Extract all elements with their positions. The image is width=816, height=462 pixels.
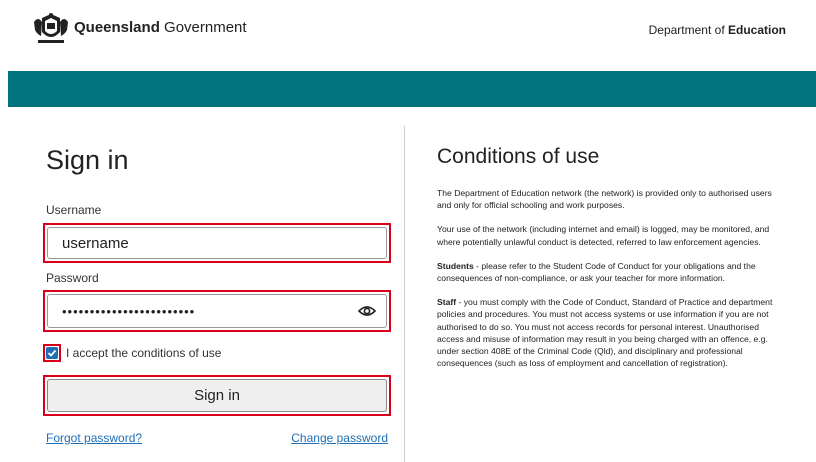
password-label: Password — [46, 271, 99, 285]
username-highlight: username — [43, 223, 391, 263]
accept-checkbox[interactable] — [46, 347, 58, 359]
accept-checkbox-highlight — [43, 344, 61, 362]
conditions-heading: Conditions of use — [437, 145, 600, 168]
conditions-body: The Department of Education network (the… — [437, 187, 787, 381]
signin-button[interactable]: Sign in — [47, 379, 387, 412]
conditions-paragraph: The Department of Education network (the… — [437, 188, 772, 211]
password-value: •••••••••••••••••••••••• — [62, 303, 196, 319]
change-password-link[interactable]: Change password — [291, 431, 388, 445]
password-input[interactable]: •••••••••••••••••••••••• — [47, 294, 387, 328]
vertical-divider — [404, 126, 405, 462]
brand-title: Queensland Government — [74, 19, 247, 36]
site-header: Queensland Government Department of Educ… — [0, 0, 816, 70]
header-band — [8, 71, 816, 107]
forgot-password-link[interactable]: Forgot password? — [46, 431, 142, 445]
username-input[interactable]: username — [47, 227, 387, 259]
checkmark-icon — [47, 349, 57, 357]
username-label: Username — [46, 203, 102, 217]
password-highlight: •••••••••••••••••••••••• — [43, 290, 391, 332]
eye-icon[interactable] — [358, 305, 376, 317]
signin-button-highlight: Sign in — [43, 375, 391, 416]
accept-label: I accept the conditions of use — [66, 346, 222, 360]
conditions-paragraph: Your use of the network (including inter… — [437, 224, 770, 247]
signin-heading: Sign in — [46, 145, 129, 175]
department-title: Department of Education — [648, 23, 786, 37]
conditions-paragraph-staff: Staff - you must comply with the Code of… — [437, 297, 773, 369]
conditions-paragraph-students: Students - please refer to the Student C… — [437, 260, 756, 284]
queensland-coat-of-arms-icon — [34, 13, 68, 43]
